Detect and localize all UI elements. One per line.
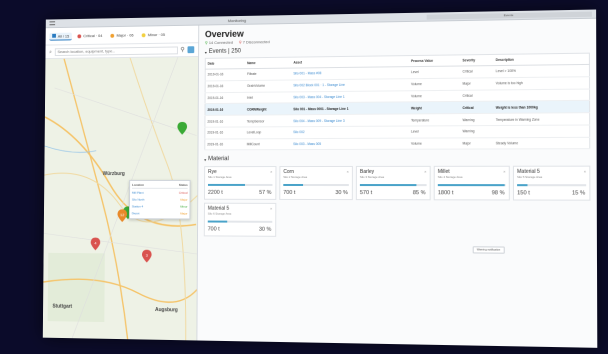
city-label: Augsburg	[155, 307, 178, 314]
map-pin-icon	[177, 121, 188, 135]
material-card[interactable]: Corn Silo 2 Storage Area × 700 t 30 %	[279, 166, 353, 201]
pin-count: 12	[120, 212, 124, 217]
material-card[interactable]: Material 5 Silo 5 Storage Area × 150 t 15 %	[512, 166, 591, 202]
location-pin-icon[interactable]: ⚲	[180, 46, 184, 53]
material-percent: 15 %	[571, 190, 586, 198]
city-label: Stuttgart	[52, 303, 73, 310]
material-card[interactable]: Rye Silo 1 Storage Area × 2200 t 57 %	[204, 166, 277, 201]
material-amount: 570 t	[359, 190, 373, 197]
material-percent: 30 %	[335, 190, 348, 197]
material-location: Silo 5 Storage Area	[517, 175, 543, 180]
disconnected-icon: ⚲	[238, 39, 242, 45]
material-amount: 700 t	[207, 226, 220, 233]
material-amount: 150 t	[517, 190, 530, 197]
close-icon[interactable]: ×	[270, 206, 272, 211]
map-pin[interactable]: 4	[90, 237, 101, 251]
fill-bar	[283, 184, 349, 186]
pin-count: 3	[146, 253, 148, 258]
fill-bar	[359, 184, 427, 186]
fill-bar	[437, 184, 506, 186]
filter-all[interactable]: All / 15	[49, 32, 73, 41]
city-label: Würzburg	[102, 171, 125, 178]
close-icon[interactable]: ×	[270, 170, 272, 175]
search-icon: ⌕	[49, 48, 52, 55]
material-section-toggle[interactable]: ▾ Material	[204, 156, 590, 163]
fill-bar	[517, 184, 587, 186]
col-value[interactable]: Process Value	[409, 54, 461, 67]
map-pin[interactable]: 3	[141, 249, 152, 263]
material-percent: 30 %	[258, 227, 272, 234]
filter-minor[interactable]: Minor · 05	[139, 31, 168, 38]
fill-level	[207, 220, 228, 223]
search-input[interactable]	[54, 45, 178, 56]
disconnected-count: ⚲ 7 Disconnected	[238, 39, 270, 45]
material-location: Silo 4 Storage Area	[437, 175, 463, 180]
close-icon[interactable]: ×	[347, 169, 349, 174]
fill-bar	[207, 220, 273, 223]
map-view-toggle[interactable]	[187, 46, 195, 54]
overview-panel: Overview ⚲ 14 Connected ⚲ 7 Disconnected…	[197, 19, 597, 348]
map-pin-icon: 12	[117, 209, 128, 223]
close-icon[interactable]: ×	[424, 169, 426, 174]
material-card[interactable]: Barley Silo 3 Storage Area × 570 t 85 %	[355, 166, 431, 201]
close-icon[interactable]: ×	[503, 169, 505, 174]
map-popup: Location Status Mill Plant Critical Silo N…	[128, 179, 191, 220]
material-location: Silo 1 Storage Area	[208, 175, 232, 180]
material-percent: 85 %	[412, 190, 426, 197]
map-pin-icon: 3	[141, 249, 152, 263]
minor-icon	[142, 32, 146, 37]
map-pin[interactable]	[177, 121, 188, 135]
connected-count: ⚲ 14 Connected	[204, 39, 234, 46]
material-location: Silo 6 Storage Area	[207, 212, 232, 217]
material-cards: Rye Silo 1 Storage Area × 2200 t 57 % Corn Sil…	[203, 166, 591, 239]
fill-level	[517, 184, 528, 186]
material-percent: 57 %	[259, 190, 272, 197]
filter-major[interactable]: Major · 06	[108, 32, 136, 39]
col-date[interactable]: Date	[205, 57, 246, 70]
popup-row[interactable]: Depot Major	[132, 209, 188, 216]
major-icon	[110, 33, 115, 38]
material-percent: 98 %	[491, 190, 505, 197]
list-icon	[52, 33, 56, 38]
material-amount: 700 t	[283, 190, 296, 197]
material-card[interactable]: Material 5 Silo 6 Storage Area × 700 t 30 %	[203, 203, 277, 238]
critical-icon	[77, 33, 82, 38]
fill-level	[283, 184, 303, 186]
severity-filters: All / 15 Critical · 04 Major · 06 Minor …	[45, 25, 199, 46]
fill-level	[359, 184, 417, 186]
fill-bar	[207, 184, 273, 186]
col-name[interactable]: Name	[245, 57, 292, 69]
col-severity[interactable]: Severity	[460, 54, 494, 67]
filter-critical[interactable]: Critical · 04	[75, 32, 105, 39]
material-amount: 2200 t	[207, 190, 223, 197]
app-window: Monitoring Events All / 15 Critical · 04…	[42, 9, 598, 348]
material-location: Silo 2 Storage Area	[283, 175, 308, 180]
table-row[interactable]: 2019-01-16 MillCount Silo 003 - Mass 005 Vo…	[204, 137, 590, 151]
map-view[interactable]: Würzburg Stuttgart Augsburg 12 4 3 Locat…	[42, 56, 199, 341]
map-pin-cluster[interactable]: 12	[117, 209, 128, 223]
chevron-down-icon: ▾	[204, 157, 207, 163]
tooltip: Warning notification	[472, 246, 505, 254]
events-table: Date Name Asset Process Value Severity D…	[204, 52, 591, 151]
material-amount: 1800 t	[437, 190, 454, 197]
map-panel: All / 15 Critical · 04 Major · 06 Minor …	[42, 25, 200, 341]
events-tab[interactable]: Events	[426, 11, 592, 20]
fill-level	[207, 184, 245, 186]
fill-level	[437, 184, 505, 186]
map-pin-icon: 4	[90, 237, 101, 251]
connected-icon: ⚲	[204, 40, 208, 46]
close-icon[interactable]: ×	[584, 169, 586, 174]
chevron-down-icon: ▾	[204, 49, 207, 55]
material-card[interactable]: Millet Silo 4 Storage Area × 1800 t 98 %	[433, 166, 510, 201]
material-location: Silo 3 Storage Area	[359, 175, 385, 180]
